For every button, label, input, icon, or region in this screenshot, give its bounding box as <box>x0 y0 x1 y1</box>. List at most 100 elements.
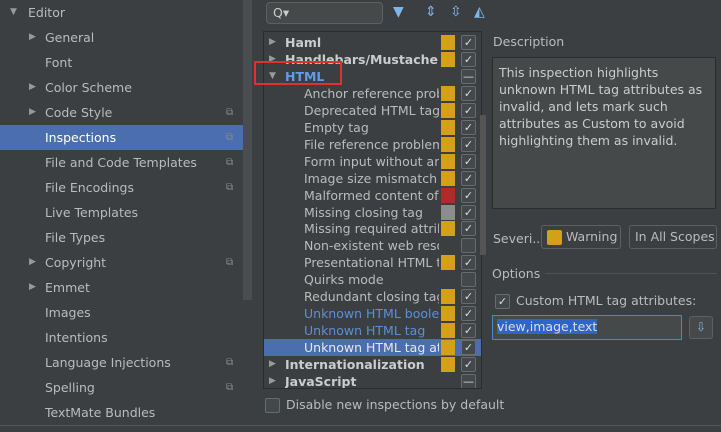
sidebar-item-label: Language Injections <box>45 355 171 370</box>
tree-row[interactable]: File reference problems ✓ <box>264 136 481 153</box>
tree-row[interactable]: Empty tag ✓ <box>264 119 481 136</box>
inspection-checkbox[interactable]: ✓ <box>461 119 476 135</box>
severity-swatch <box>441 187 455 203</box>
sidebar-scrollbar[interactable] <box>243 0 252 300</box>
inspection-checkbox[interactable]: ✓ <box>461 35 476 50</box>
inspection-checkbox[interactable]: — <box>461 68 476 84</box>
inspection-checkbox[interactable] <box>461 272 476 288</box>
severity-swatch <box>441 119 455 135</box>
scope-dropdown[interactable]: In All Scopes <box>629 225 717 249</box>
inspection-label: Missing closing tag <box>304 204 423 220</box>
inspection-label: Image size mismatch <box>304 170 438 186</box>
tree-row[interactable]: Presentational HTML tag ✓ <box>264 254 481 271</box>
sidebar-item[interactable]: ▶ Color Scheme <box>0 75 243 100</box>
inspection-checkbox[interactable] <box>461 238 476 254</box>
inspection-label: File reference problems <box>304 136 439 152</box>
sidebar-item[interactable]: File and Code Templates ⧉ <box>0 150 243 175</box>
inspection-checkbox[interactable]: ✓ <box>461 170 476 186</box>
inspection-checkbox[interactable]: ✓ <box>461 255 476 271</box>
expand-field-button[interactable]: ⇩ <box>689 316 713 339</box>
sidebar-item[interactable]: ▼ Editor <box>0 0 243 25</box>
tree-row[interactable]: Form input without an associated label ✓ <box>264 153 481 170</box>
disable-new-inspections-checkbox[interactable]: Disable new inspections by default <box>265 397 504 413</box>
severity-swatch <box>441 136 455 152</box>
inspection-checkbox[interactable]: ✓ <box>461 340 476 356</box>
inspection-checkbox[interactable]: ✓ <box>461 153 476 169</box>
chevron-right-icon[interactable]: ▶ <box>29 250 36 275</box>
custom-attributes-input[interactable]: view,image,text <box>492 315 682 340</box>
chevron-right-icon[interactable]: ▶ <box>29 75 36 100</box>
chevron-right-icon[interactable]: ▶ <box>269 373 276 388</box>
tree-row[interactable]: Missing required attribute ✓ <box>264 220 481 237</box>
inspection-checkbox[interactable]: ✓ <box>461 136 476 152</box>
sidebar-item[interactable]: Intentions <box>0 325 243 350</box>
tree-row[interactable]: Image size mismatch ✓ <box>264 170 481 187</box>
inspection-checkbox[interactable]: — <box>461 374 476 388</box>
sidebar-item[interactable]: Spelling ⧉ <box>0 375 243 400</box>
tree-row[interactable]: ▶ Internationalization ✓ <box>264 356 481 373</box>
tree-row[interactable]: Malformed content of ✓ <box>264 187 481 204</box>
inspection-checkbox[interactable]: ✓ <box>461 204 476 220</box>
tree-row[interactable]: Deprecated HTML tag ✓ <box>264 102 481 119</box>
sidebar-item-label: Copyright <box>45 255 107 270</box>
checkbox[interactable] <box>265 398 280 413</box>
chevron-down-icon[interactable]: ▼ <box>10 0 17 25</box>
severity-value: Warning <box>566 229 618 244</box>
sidebar-item[interactable]: ▶ General <box>0 25 243 50</box>
tree-row[interactable]: ▶ JavaScript — <box>264 373 481 388</box>
eraser-icon[interactable]: ◭ <box>474 4 485 20</box>
tree-row[interactable]: Unknown HTML tag ✓ <box>264 322 481 339</box>
inspection-checkbox[interactable]: ✓ <box>461 221 476 237</box>
severity-swatch <box>441 35 455 50</box>
expand-all-icon[interactable]: ⇕ <box>425 4 437 20</box>
sidebar-item[interactable]: TextMate Bundles <box>0 400 243 425</box>
sidebar-item[interactable]: Images <box>0 300 243 325</box>
tree-row[interactable]: Missing closing tag ✓ <box>264 204 481 221</box>
tree-row[interactable]: Unknown HTML tag attribute ✓ <box>264 339 481 357</box>
tree-row[interactable]: Anchor reference problems ✓ <box>264 85 481 102</box>
tree-row[interactable]: Quirks mode <box>264 271 481 288</box>
tree-row[interactable]: Redundant closing tag ✓ <box>264 288 481 305</box>
inspection-checkbox[interactable]: ✓ <box>461 306 476 322</box>
severity-swatch <box>441 51 455 67</box>
collapse-all-icon[interactable]: ⇳ <box>450 4 462 20</box>
checkbox[interactable]: ✓ <box>495 294 510 309</box>
inspection-checkbox[interactable]: ✓ <box>461 357 476 373</box>
tree-row[interactable]: ▶ Haml ✓ <box>264 34 481 51</box>
bottom-divider <box>0 425 721 432</box>
tree-row[interactable]: Unknown HTML boolean attribute ✓ <box>264 305 481 322</box>
settings-sidebar: ▼ Editor ▶ General Font ▶ Color Scheme ▶ Code St… <box>0 0 252 432</box>
inspection-checkbox[interactable]: ✓ <box>461 51 476 67</box>
tree-scrollbar[interactable] <box>480 115 486 255</box>
chevron-right-icon[interactable]: ▶ <box>29 25 36 50</box>
inspection-label: Unknown HTML tag <box>304 323 426 339</box>
project-copy-icon: ⧉ <box>226 157 234 168</box>
chevron-right-icon[interactable]: ▶ <box>269 34 276 51</box>
custom-attributes-checkbox[interactable]: ✓ Custom HTML tag attributes: <box>495 293 696 309</box>
sidebar-item[interactable]: File Encodings ⧉ <box>0 175 243 200</box>
sidebar-item[interactable]: Live Templates <box>0 200 243 225</box>
severity-dropdown[interactable]: Warning <box>541 225 621 249</box>
sidebar-item[interactable]: ▶ Copyright ⧉ <box>0 250 243 275</box>
search-input[interactable]: Q▾ <box>266 2 383 24</box>
inspection-checkbox[interactable]: ✓ <box>461 85 476 101</box>
sidebar-item[interactable]: ▶ Emmet <box>0 275 243 300</box>
sidebar-item[interactable]: Font <box>0 50 243 75</box>
sidebar-item-label: Font <box>45 55 73 70</box>
inspection-checkbox[interactable]: ✓ <box>461 323 476 339</box>
inspection-label: Internationalization <box>285 357 425 373</box>
inspection-checkbox[interactable]: ✓ <box>461 102 476 118</box>
chevron-right-icon[interactable]: ▶ <box>29 100 36 125</box>
chevron-right-icon[interactable]: ▶ <box>269 356 276 373</box>
inspection-checkbox[interactable]: ✓ <box>461 187 476 203</box>
sidebar-item[interactable]: Language Injections ⧉ <box>0 350 243 375</box>
filter-icon[interactable]: ▼ <box>393 4 404 20</box>
inspection-checkbox[interactable]: ✓ <box>461 289 476 305</box>
sidebar-item[interactable]: ▶ Code Style ⧉ <box>0 100 243 125</box>
chevron-right-icon[interactable]: ▶ <box>29 275 36 300</box>
severity-swatch <box>441 204 455 220</box>
sidebar-item[interactable]: Inspections ⧉ <box>0 125 243 150</box>
tree-row[interactable]: Non-existent web resource <box>264 237 481 254</box>
sidebar-item-label: Editor <box>28 5 65 20</box>
sidebar-item[interactable]: File Types <box>0 225 243 250</box>
